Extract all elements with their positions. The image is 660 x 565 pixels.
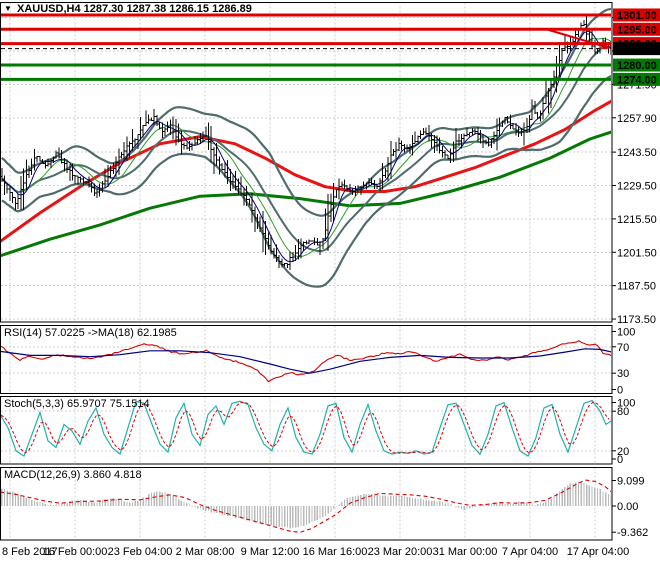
price-badges: 1301.001295.001289.001280.001274.001286.…: [613, 8, 660, 86]
time-axis: 8 Feb 201716 Feb 00:00 23 Feb 04:00 2 Mar …: [2, 546, 629, 558]
macd-tick-label: 9.099: [617, 476, 645, 488]
macd-panel: [1, 479, 611, 533]
y-tick-label: 1215.50: [617, 214, 657, 226]
rsi-tick-label: 30: [617, 368, 629, 380]
macd-indicator-label: MACD(12,26,9) 3.860 4.818: [4, 469, 142, 481]
macd-tick-label: -9.362: [617, 527, 648, 539]
y-tick-label: 1173.50: [617, 314, 656, 326]
support-badge-label: 1274.00: [617, 74, 657, 86]
y-tick-label: 1201.50: [617, 247, 657, 259]
x-axis-label: 23 Feb 04:00: [108, 546, 173, 558]
grid-lines: [1, 2, 612, 540]
rsi-indicator-label: RSI(14) 57.0225 ->MA(18) 62.1985: [4, 327, 177, 339]
symbol-dropdown-icon[interactable]: ▼: [4, 4, 12, 13]
x-axis-label: 7 Apr 04:00: [502, 546, 558, 558]
stoch-indicator-label: Stoch(5,3,3) 65.9707 75.1514: [4, 398, 150, 410]
ma-thin-green: [1, 37, 611, 258]
x-axis-label: 9 Mar 12:00: [241, 546, 300, 558]
chart-title: XAUUSD,H4 1287.30 1287.38 1286.15 1286.8…: [17, 3, 252, 15]
resistance-badge-label: 1295.00: [617, 24, 657, 36]
y-tick-label: 1229.50: [617, 180, 657, 192]
rsi-tick-label: 100: [617, 327, 635, 339]
x-axis-label: 23 Mar 20:00: [368, 546, 433, 558]
price-axis: 1299.901285.901271.901257.901243.501229.…: [612, 13, 657, 539]
bollinger-middle: [1, 41, 611, 253]
candlesticks: [1, 16, 611, 271]
x-axis-label: 17 Apr 04:00: [567, 546, 629, 558]
y-tick-label: 1243.50: [617, 147, 657, 159]
panel-frames: [0, 2, 613, 541]
chart-window: 1299.901285.901271.901257.901243.501229.…: [0, 0, 660, 560]
x-axis-label: 16 Mar 16:00: [303, 546, 368, 558]
rsi-tick-label: 70: [617, 342, 629, 354]
rsi-ma-line: [1, 348, 611, 374]
resistance-badge-label: 1301.00: [617, 10, 657, 22]
y-tick-label: 1257.90: [617, 113, 657, 125]
x-axis-label: 2 Mar 08:00: [176, 546, 235, 558]
bollinger-upper: [1, 7, 611, 217]
y-tick-label: 1187.50: [617, 281, 656, 293]
stoch-tick-label: 80: [617, 406, 629, 418]
support-badge-label: 1280.00: [617, 60, 657, 72]
macd-tick-label: 0.00: [617, 501, 638, 513]
macd-histogram: [1, 481, 611, 529]
x-axis-label: 31 Mar 00:00: [433, 546, 498, 558]
stoch-tick-label: 0: [617, 454, 623, 466]
rsi-tick-label: 0: [617, 385, 623, 397]
ma-red-line: [1, 99, 611, 243]
x-axis-label: 16 Feb 00:00: [43, 546, 108, 558]
current-price-badge-label: 1286.89: [617, 44, 657, 56]
